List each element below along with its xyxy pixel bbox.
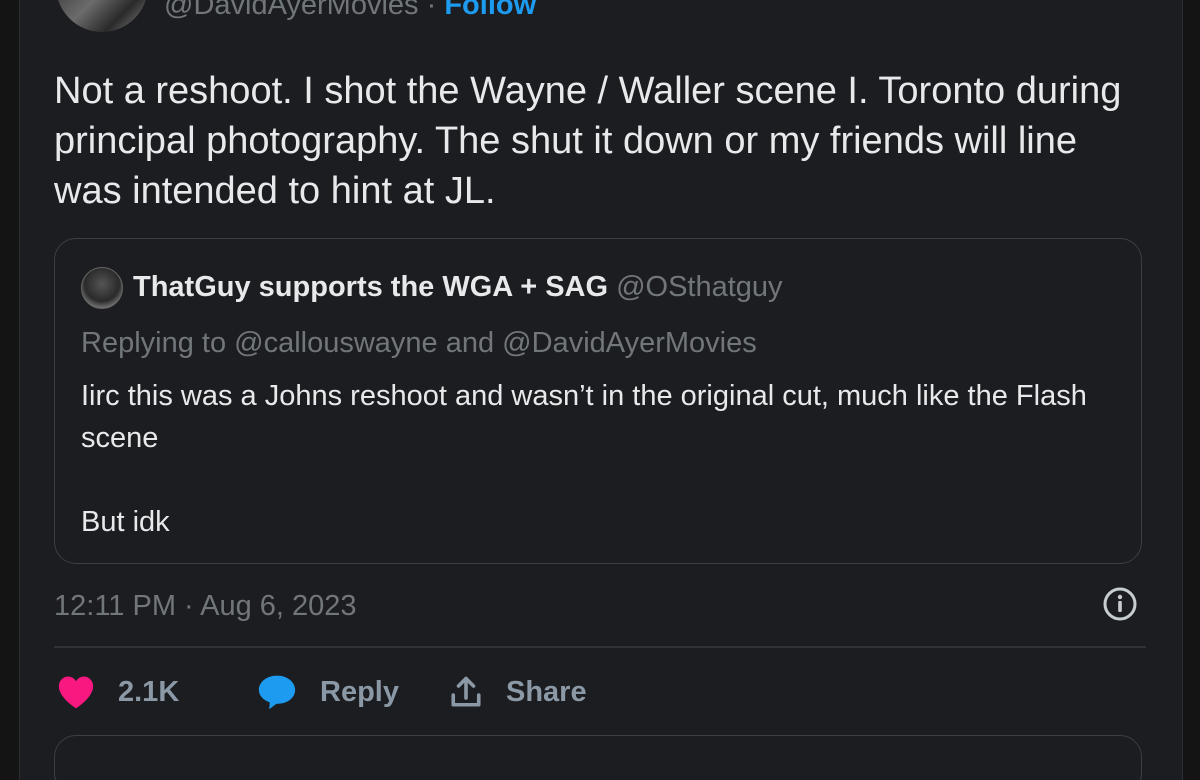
like-button[interactable]: 2.1K — [56, 668, 179, 716]
like-count: 2.1K — [118, 675, 180, 708]
info-icon[interactable] — [1102, 586, 1138, 622]
tweet-timestamp[interactable]: 12:11 PM · Aug 6, 2023 — [54, 588, 357, 624]
share-button[interactable]: Share — [448, 668, 587, 716]
quoted-author-avatar — [81, 267, 123, 309]
tweet-card: @DavidAyerMovies · Follow Not a reshoot.… — [19, 0, 1183, 780]
author-line: @DavidAyerMovies · Follow — [164, 0, 536, 22]
quoted-handle: @OSthatguy — [616, 271, 783, 303]
action-bar: 2.1K Reply Share — [56, 668, 756, 716]
reply-label: Reply — [320, 675, 399, 708]
replying-to: Replying to @callouswayne and @DavidAyer… — [81, 327, 757, 359]
next-card-edge — [54, 735, 1142, 780]
author-avatar[interactable] — [56, 0, 148, 32]
divider — [54, 646, 1146, 648]
tweet-header: @DavidAyerMovies · Follow — [56, 0, 756, 32]
share-icon — [451, 676, 481, 707]
quoted-tweet[interactable]: ThatGuy supports the WGA + SAG @OSthatgu… — [54, 238, 1142, 564]
heart-icon — [58, 676, 94, 709]
reply-bubble-icon — [258, 675, 296, 710]
share-label: Share — [506, 675, 587, 708]
reply-button[interactable]: Reply — [256, 668, 399, 716]
quoted-author-line: ThatGuy supports the WGA + SAG @OSthatgu… — [133, 269, 783, 305]
separator-dot: · — [426, 0, 437, 21]
follow-button[interactable]: Follow — [444, 0, 536, 21]
quoted-text: Iirc this was a Johns reshoot and wasn’t… — [81, 380, 1087, 538]
quoted-display-name: ThatGuy supports the WGA + SAG — [133, 271, 609, 303]
tweet-text: Not a reshoot. I shot the Wayne / Waller… — [54, 70, 1122, 212]
author-handle[interactable]: @DavidAyerMovies — [164, 0, 419, 21]
